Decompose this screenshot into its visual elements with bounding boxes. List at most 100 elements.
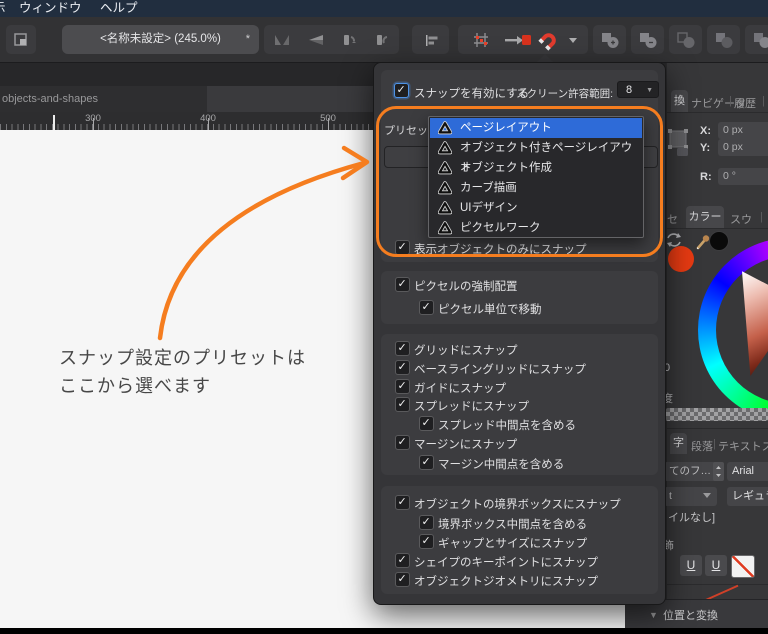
guides-label: ガイドにスナップ	[414, 383, 506, 395]
panel-divider	[667, 112, 768, 113]
snapping-dropdown-caret[interactable]	[564, 30, 582, 50]
snapping-button-group	[458, 25, 588, 54]
boolean-intersect-button[interactable]	[669, 25, 702, 54]
tolerance-dropdown[interactable]: 8 ▼	[617, 81, 659, 98]
x-input[interactable]: 0 px	[718, 122, 768, 139]
checkbox-bbox[interactable]	[395, 495, 410, 510]
y-label: Y:	[700, 142, 711, 154]
tab-color[interactable]: カラー	[686, 206, 724, 228]
font-family-dropdown[interactable]: てのフ…	[664, 462, 717, 481]
no-color-swatch[interactable]	[731, 555, 755, 578]
checkbox-enable-snapping[interactable]	[394, 83, 409, 98]
move-pixel-label: ピクセル単位で移動	[438, 304, 542, 316]
tab-text-styles[interactable]: テキストスタ	[718, 438, 768, 454]
baseline-label: ベースライングリッドにスナップ	[414, 364, 586, 376]
boolean-add-button[interactable]	[593, 25, 626, 54]
boolean-combine-button[interactable]	[745, 25, 768, 54]
margin-mid-label: マージン中間点を含める	[438, 459, 565, 471]
gaps-label: ギャップとサイズにスナップ	[438, 538, 588, 550]
panel-divider	[667, 584, 768, 585]
selection-box-button[interactable]	[6, 25, 36, 54]
tab-paragraph[interactable]: 段落	[691, 438, 713, 454]
tab-separator: |	[762, 95, 765, 107]
boolean-add-icon	[601, 32, 618, 48]
menu-item-help[interactable]: ヘルプ	[100, 0, 138, 17]
alignment-icon	[425, 34, 437, 46]
annotation-note-line2: ここから選べます	[59, 376, 211, 396]
tolerance-label: スクリーン許容範囲:	[516, 88, 613, 100]
move-by-whole-pixels-icon[interactable]	[498, 30, 534, 50]
document-tab[interactable]: objects-and-shapes	[0, 86, 207, 112]
boolean-subtract-button[interactable]	[631, 25, 664, 54]
tab-history[interactable]: 履歴	[734, 95, 756, 111]
annotation-highlight-rect	[376, 106, 663, 257]
font-stepper[interactable]	[713, 462, 724, 481]
boolean-divide-icon	[715, 32, 732, 48]
spread-label: スプレッドにスナップ	[414, 401, 529, 413]
rotate-ccw-icon[interactable]	[332, 31, 365, 49]
document-title: <名称未設定> (245.0%)	[100, 33, 221, 45]
document-title-pill[interactable]: <名称未設定> (245.0%) *	[62, 25, 259, 54]
checkbox-keypoints[interactable]	[395, 553, 410, 568]
force-pixel-label: ピクセルの強制配置	[414, 281, 518, 293]
menu-item-fragment[interactable]: 示	[0, 0, 6, 17]
boolean-divide-button[interactable]	[707, 25, 740, 54]
ruler-major-tick	[328, 118, 329, 130]
menu-bar: 示 ウィンドウ ヘルプ	[0, 0, 768, 17]
underline-button[interactable]: U	[680, 555, 702, 576]
flip-horizontal-icon[interactable]	[266, 31, 299, 49]
app-window: 示 ウィンドウ ヘルプ <名称未設定> (245.0%) *	[0, 0, 768, 634]
geometry-label: オブジェクトジオメトリにスナップ	[414, 576, 598, 588]
font-name-field[interactable]: Arial	[727, 462, 768, 481]
ruler-major-tick	[93, 118, 94, 130]
checkbox-move-pixel[interactable]	[419, 300, 434, 315]
font-weight-field[interactable]: レギュラ	[727, 487, 768, 506]
rotate-cw-icon[interactable]	[365, 31, 398, 49]
flip-vertical-icon[interactable]	[299, 31, 332, 49]
x-label: X:	[700, 125, 711, 137]
tab-separator: |	[729, 95, 732, 107]
bbox-label: オブジェクトの境界ボックスにスナップ	[414, 499, 621, 511]
checkbox-geometry[interactable]	[395, 572, 410, 587]
checkbox-gaps[interactable]	[419, 534, 434, 549]
menu-item-window[interactable]: ウィンドウ	[19, 0, 82, 17]
ruler-cursor-marker	[53, 115, 55, 130]
selection-box-icon	[14, 32, 27, 46]
checkbox-bbox-mid[interactable]	[419, 515, 434, 530]
fill-color-swatch[interactable]	[668, 246, 694, 272]
checkbox-margin-mid[interactable]	[419, 455, 434, 470]
checkbox-spread[interactable]	[395, 397, 410, 412]
alignment-button[interactable]	[412, 25, 449, 54]
transform-anchor-thumbnail[interactable]	[667, 126, 691, 158]
checkbox-guides[interactable]	[395, 379, 410, 394]
tab-separator: |	[760, 211, 763, 223]
r-input[interactable]: 0 °	[718, 168, 768, 185]
checkbox-baseline[interactable]	[395, 360, 410, 375]
tab-transform-fragment[interactable]: 換	[671, 90, 688, 112]
checkbox-margin[interactable]	[395, 435, 410, 450]
r-label: R:	[700, 171, 712, 183]
checkbox-force-pixel[interactable]	[395, 277, 410, 292]
tab-swatches[interactable]: スウ	[730, 211, 752, 227]
stroke-color-swatch[interactable]	[709, 231, 729, 251]
grid-label: グリッドにスナップ	[414, 345, 518, 357]
tab-separator: |	[713, 438, 716, 450]
double-underline-button[interactable]: U	[705, 555, 727, 576]
tolerance-value: 8	[626, 84, 633, 96]
y-input[interactable]: 0 px	[718, 139, 768, 156]
tab-fragment[interactable]: セ	[667, 211, 678, 227]
enable-snapping-label: スナップを有効にする	[414, 88, 530, 100]
checkbox-spread-mid[interactable]	[419, 416, 434, 431]
magnet-icon[interactable]	[531, 21, 568, 58]
document-tab-label: objects-and-shapes	[2, 93, 99, 105]
annotation-note: スナップ設定のプリセットは ここから選べます	[59, 344, 306, 400]
opacity-slider[interactable]	[666, 408, 768, 421]
spread-mid-label: スプレッド中間点を含める	[438, 420, 576, 432]
checkbox-grid[interactable]	[395, 341, 410, 356]
keypoints-label: シェイプのキーポイントにスナップ	[414, 557, 598, 569]
tab-character-fragment[interactable]: 字	[670, 433, 687, 454]
trait-dropdown-caret	[703, 493, 711, 498]
panel-divider	[667, 428, 768, 429]
modified-indicator: *	[245, 33, 250, 45]
grid-snap-icon[interactable]	[464, 30, 498, 50]
